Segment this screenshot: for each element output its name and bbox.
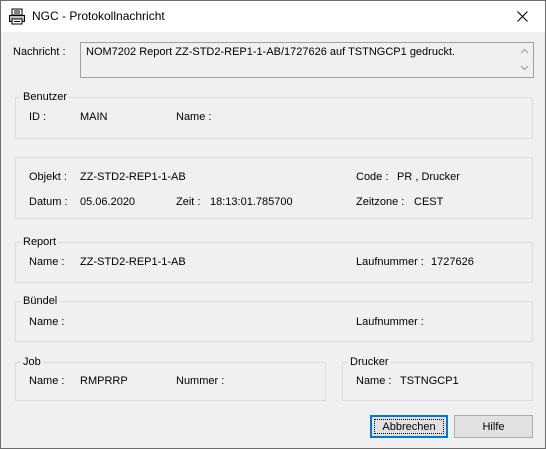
drucker-name-value: TSTNGCP1 xyxy=(400,375,459,387)
report-name-label: Name : xyxy=(29,256,65,268)
abbrechen-button[interactable]: Abbrechen xyxy=(370,415,448,438)
objekt-label: Objekt : xyxy=(29,171,67,183)
zeit-value: 18:13:01.785700 xyxy=(210,196,293,208)
scroll-up-icon[interactable] xyxy=(520,48,529,54)
message-textbox[interactable]: NOM7202 Report ZZ-STD2-REP1-1-AB/1727626… xyxy=(80,42,534,78)
code-value: PR , Drucker xyxy=(397,171,460,183)
drucker-group-title: Drucker xyxy=(348,356,391,368)
buendel-name-label: Name : xyxy=(29,316,65,328)
job-nummer-label: Nummer : xyxy=(176,375,225,387)
close-icon xyxy=(516,11,528,22)
datum-label: Datum : xyxy=(29,196,68,208)
window-title: NGC - Protokollnachricht xyxy=(32,9,165,23)
report-laufnummer-value: 1727626 xyxy=(431,256,474,268)
datum-value: 05.06.2020 xyxy=(80,196,136,208)
nachricht-label: Nachricht : xyxy=(13,46,66,58)
job-name-value: RMPRRP xyxy=(80,375,128,387)
dialog-window: NGC - Protokollnachricht Nachricht : NOM… xyxy=(0,0,546,449)
job-group-title: Job xyxy=(21,356,43,368)
hilfe-button-label: Hilfe xyxy=(482,420,505,433)
close-button[interactable] xyxy=(499,1,545,32)
buendel-group xyxy=(15,301,533,342)
zeit-label: Zeit : xyxy=(176,196,201,208)
message-text: NOM7202 Report ZZ-STD2-REP1-1-AB/1727626… xyxy=(86,46,456,58)
objekt-value: ZZ-STD2-REP1-1-AB xyxy=(80,171,186,183)
benutzer-group-title: Benutzer xyxy=(21,91,70,103)
scroll-down-icon[interactable] xyxy=(520,65,529,71)
drucker-name-label: Name : xyxy=(356,375,392,387)
report-name-value: ZZ-STD2-REP1-1-AB xyxy=(80,256,186,268)
hilfe-button[interactable]: Hilfe xyxy=(454,415,533,438)
report-group-title: Report xyxy=(21,236,59,248)
report-laufnummer-label: Laufnummer : xyxy=(356,256,424,268)
title-bar[interactable]: NGC - Protokollnachricht xyxy=(1,1,545,32)
buendel-laufnummer-label: Laufnummer : xyxy=(356,316,424,328)
objekt-group xyxy=(15,157,533,219)
buendel-group-title: Bündel xyxy=(21,295,60,307)
benutzer-id-label: ID : xyxy=(29,111,47,123)
benutzer-id-value: MAIN xyxy=(80,111,108,123)
job-name-label: Name : xyxy=(29,375,65,387)
printer-document-icon xyxy=(8,8,26,25)
benutzer-name-label: Name : xyxy=(176,111,212,123)
focus-rectangle xyxy=(374,419,444,434)
code-label: Code : xyxy=(356,171,389,183)
zeitzone-value: CEST xyxy=(414,196,444,208)
zeitzone-label: Zeitzone : xyxy=(356,196,405,208)
